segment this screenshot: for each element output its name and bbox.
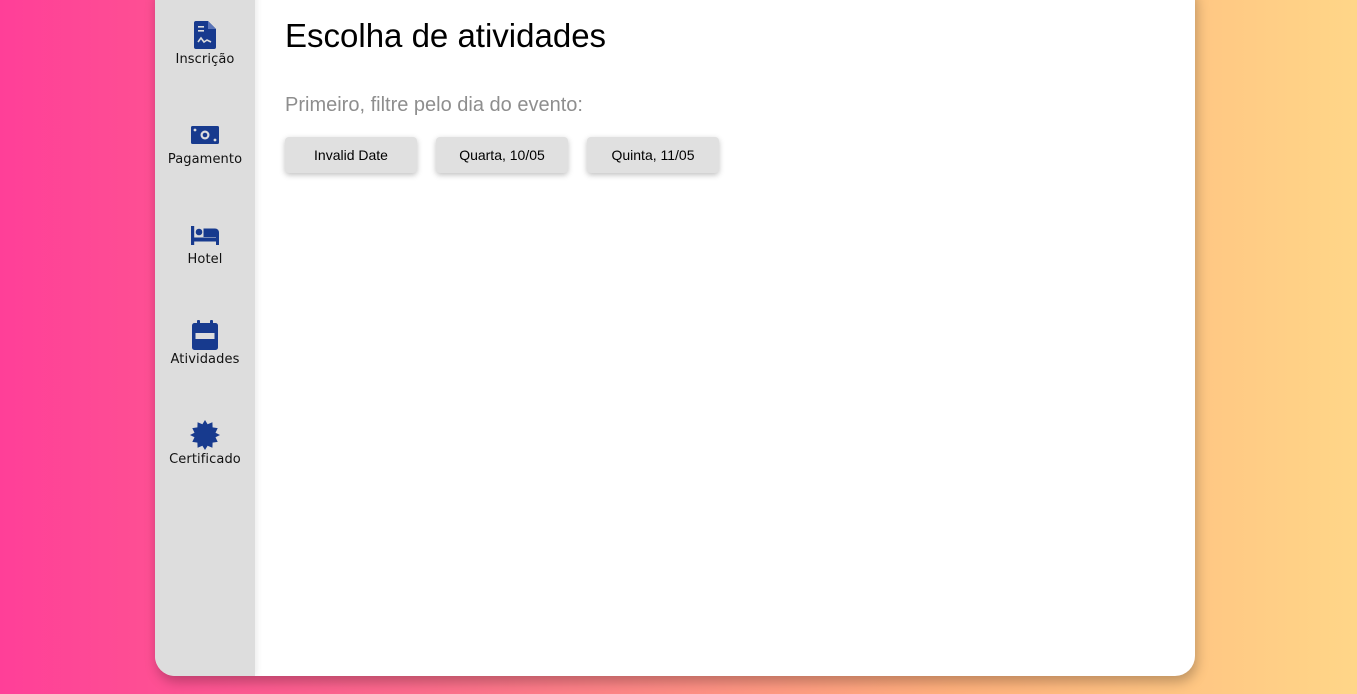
sidebar: Inscrição Pagamento Hotel Atividades Cer… — [155, 0, 255, 676]
sidebar-item-label: Hotel — [187, 252, 223, 267]
day-button-quarta[interactable]: Quarta, 10/05 — [436, 137, 568, 173]
sidebar-item-pagamento[interactable]: Pagamento — [155, 120, 255, 220]
calendar-icon — [190, 320, 220, 350]
sidebar-item-inscricao[interactable]: Inscrição — [155, 20, 255, 120]
sidebar-item-label: Inscrição — [175, 52, 235, 67]
sidebar-item-atividades[interactable]: Atividades — [155, 320, 255, 420]
content-area: Escolha de atividades Primeiro, filtre p… — [255, 0, 1195, 676]
sidebar-item-label: Atividades — [170, 352, 240, 367]
day-button-invalid-date[interactable]: Invalid Date — [285, 137, 417, 173]
sidebar-item-hotel[interactable]: Hotel — [155, 220, 255, 320]
sidebar-item-certificado[interactable]: Certificado — [155, 420, 255, 520]
certificate-badge-icon — [190, 420, 220, 450]
page-title: Escolha de atividades — [285, 17, 607, 54]
filter-instruction: Primeiro, filtre pelo dia do evento: — [285, 94, 583, 116]
bed-icon — [190, 220, 220, 250]
day-filter-buttons: Invalid Date Quarta, 10/05 Quinta, 11/05 — [285, 137, 1195, 173]
main-card: Inscrição Pagamento Hotel Atividades Cer… — [155, 0, 1195, 676]
document-icon — [190, 20, 220, 50]
sidebar-item-label: Pagamento — [167, 152, 243, 167]
money-bill-icon — [190, 120, 220, 150]
sidebar-item-label: Certificado — [169, 452, 241, 467]
day-button-quinta[interactable]: Quinta, 11/05 — [587, 137, 719, 173]
